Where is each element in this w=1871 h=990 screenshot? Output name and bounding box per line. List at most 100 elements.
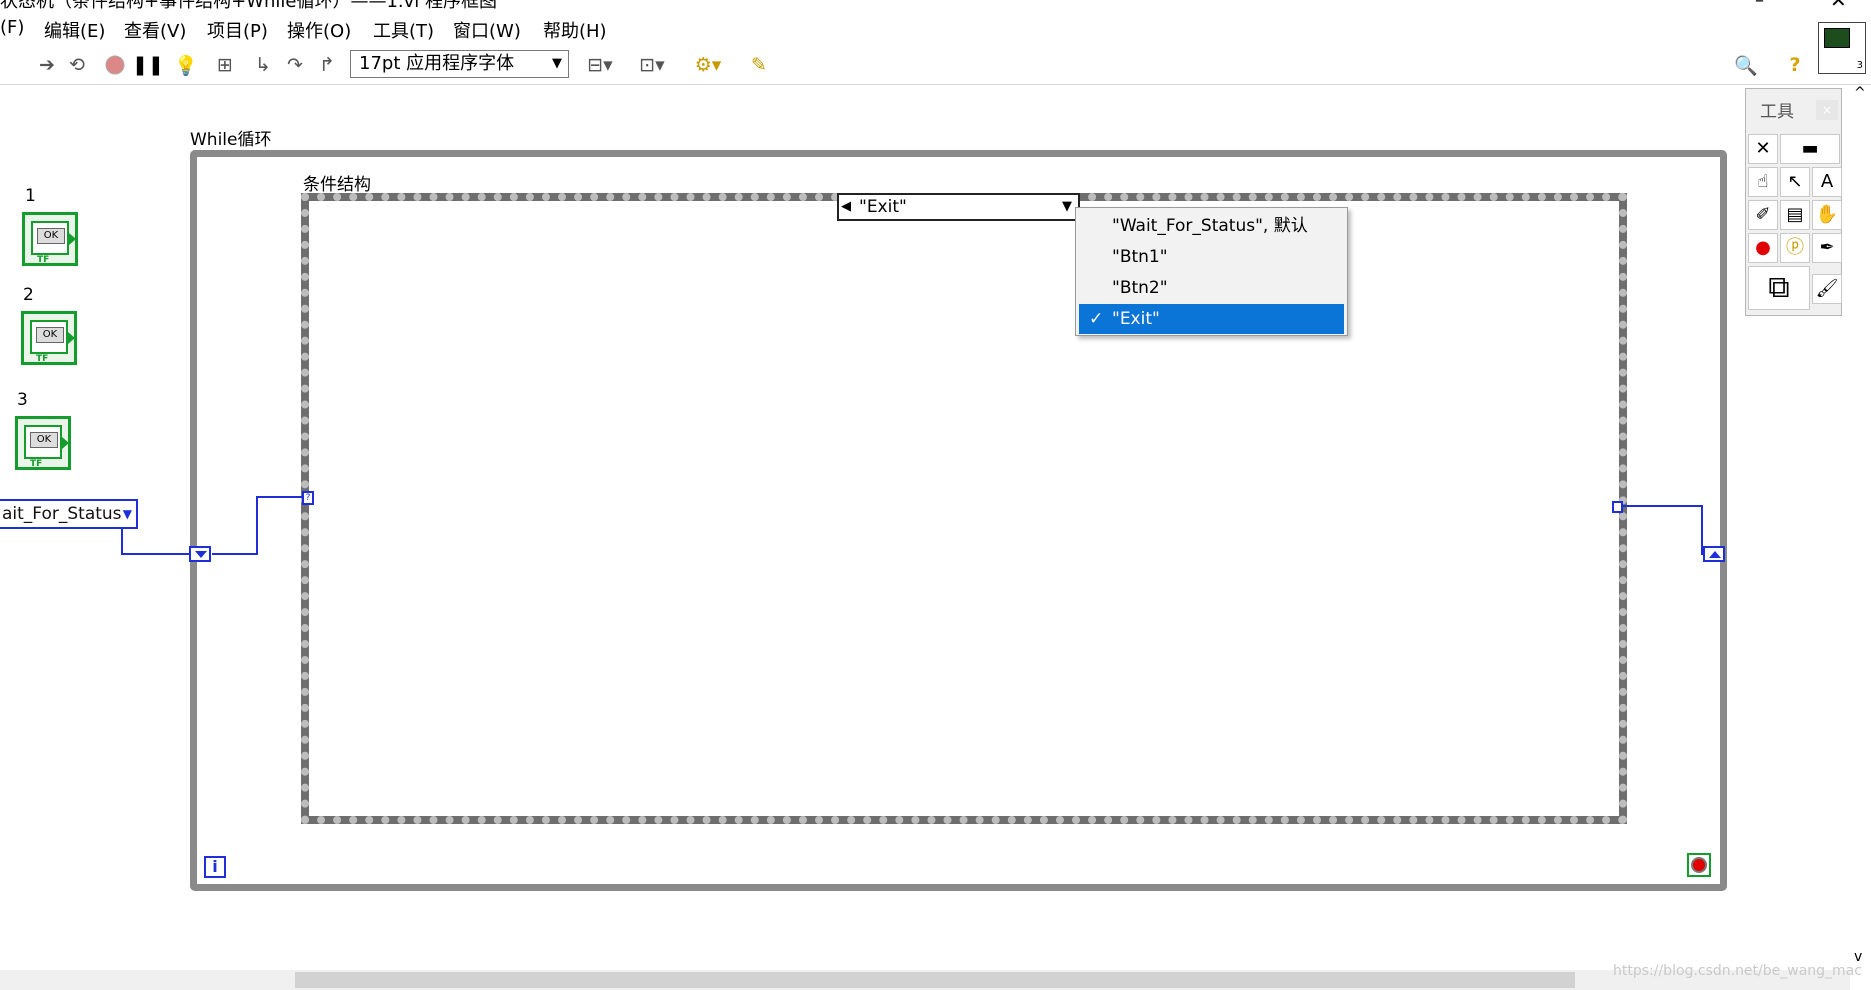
- abort-icon[interactable]: [102, 52, 128, 78]
- scroll-window-tool-icon[interactable]: ✋: [1812, 200, 1842, 230]
- chevron-down-icon: ▼: [122, 507, 132, 521]
- distribute-objects-icon[interactable]: ⊡▾: [632, 52, 672, 78]
- probe-tool-icon[interactable]: ⓟ: [1780, 233, 1810, 263]
- paintbrush-tool-icon[interactable]: 🖌: [1812, 274, 1842, 304]
- pause-icon[interactable]: ❚❚: [132, 52, 164, 78]
- vi-icon-screen: [1824, 28, 1850, 48]
- menu-bar: (F) 编辑(E) 查看(V) 项目(P) 操作(O) 工具(T) 窗口(W) …: [0, 12, 1871, 44]
- automatic-tool-icon[interactable]: ✕: [1748, 134, 1778, 164]
- menu-edit[interactable]: 编辑(E): [44, 17, 105, 43]
- retain-wire-values-icon[interactable]: ⊞: [212, 52, 238, 78]
- menu-file[interactable]: (F): [0, 17, 24, 38]
- case-option-label: "Exit": [1112, 309, 1160, 329]
- boolean-control-3[interactable]: OK TF: [15, 416, 71, 470]
- reorder-icon[interactable]: ⚙▾: [688, 52, 728, 78]
- scroll-up-icon[interactable]: ^: [1854, 85, 1866, 101]
- highlight-execution-icon[interactable]: 💡: [173, 52, 199, 78]
- align-objects-icon[interactable]: ⊟▾: [580, 52, 620, 78]
- font-select-value: 17pt 应用程序字体: [359, 53, 515, 74]
- output-terminal-icon: [68, 332, 75, 344]
- case-selector-value: "Exit": [859, 197, 907, 217]
- breakpoint-tool-icon[interactable]: ●: [1748, 233, 1778, 263]
- vertical-scrollbar[interactable]: ^ v: [1850, 85, 1871, 965]
- control-label-3: 3: [17, 390, 28, 410]
- search-icon[interactable]: 🔍: [1733, 52, 1759, 78]
- position-select-tool-icon[interactable]: ↖: [1780, 167, 1810, 197]
- case-dropdown-menu: "Wait_For_Status", 默认 "Btn1" "Btn2" ✓ "E…: [1075, 207, 1348, 336]
- set-color-tool-icon[interactable]: ⧉: [1748, 266, 1810, 310]
- output-tunnel[interactable]: [1612, 501, 1623, 513]
- case-structure[interactable]: [301, 193, 1627, 824]
- case-option[interactable]: "Btn1": [1079, 242, 1344, 272]
- operate-value-tool-icon[interactable]: ☝: [1748, 167, 1778, 197]
- control-label-2: 2: [23, 285, 34, 305]
- horizontal-scrollbar-thumb[interactable]: [295, 972, 1575, 988]
- run-arrow-icon[interactable]: ➔: [34, 52, 60, 78]
- case-option[interactable]: "Wait_For_Status", 默认: [1079, 211, 1344, 241]
- case-option-label: "Wait_For_Status", 默认: [1112, 216, 1308, 236]
- output-wire[interactable]: [1615, 505, 1703, 507]
- watermark: https://blog.csdn.net/be_wang_mac: [1613, 963, 1862, 979]
- vi-icon-number: 3: [1856, 60, 1863, 71]
- chevron-down-icon[interactable]: ▼: [1062, 195, 1072, 219]
- chevron-down-icon: ▼: [552, 56, 562, 71]
- vi-icon[interactable]: 3: [1818, 22, 1866, 74]
- boolean-control-frame: OK: [24, 425, 62, 459]
- stop-icon: [1693, 859, 1705, 871]
- enum-constant[interactable]: ait_For_Status ▼: [0, 499, 138, 529]
- menu-tools[interactable]: 工具(T): [373, 17, 434, 43]
- enum-wire[interactable]: [121, 553, 191, 555]
- horizontal-scrollbar[interactable]: [0, 970, 1850, 990]
- shift-register-wire[interactable]: [256, 496, 303, 498]
- enum-wire[interactable]: [121, 527, 123, 555]
- down-arrow-icon: [195, 551, 207, 558]
- case-selector-terminal[interactable]: ?: [302, 491, 314, 505]
- edit-text-tool-icon[interactable]: A: [1812, 167, 1842, 197]
- up-arrow-icon: [1709, 551, 1721, 558]
- case-option-label: "Btn1": [1112, 247, 1168, 267]
- close-icon[interactable]: ×: [1816, 100, 1838, 120]
- connect-wire-tool-icon[interactable]: ✐: [1748, 200, 1778, 230]
- boolean-control-frame: OK: [31, 221, 69, 255]
- shift-register-wire[interactable]: [212, 553, 257, 555]
- minimize-button[interactable]: –: [1755, 0, 1764, 11]
- get-color-tool-icon[interactable]: ✒: [1812, 233, 1842, 263]
- step-over-icon[interactable]: ↷: [282, 52, 308, 78]
- ok-button-glyph: OK: [36, 327, 64, 343]
- object-shortcut-menu-tool-icon[interactable]: ▤: [1780, 200, 1810, 230]
- menu-window[interactable]: 窗口(W): [453, 17, 521, 43]
- step-into-icon[interactable]: ↳: [250, 52, 276, 78]
- cleanup-diagram-icon[interactable]: ✎: [746, 52, 772, 78]
- font-select[interactable]: 17pt 应用程序字体 ▼: [350, 50, 569, 78]
- case-option[interactable]: "Btn2": [1079, 273, 1344, 303]
- shift-register-wire[interactable]: [256, 496, 258, 555]
- tool-indicator-icon: ▬: [1780, 134, 1840, 164]
- control-label-1: 1: [25, 186, 36, 206]
- iteration-terminal[interactable]: i: [204, 856, 226, 878]
- tf-label: TF: [30, 459, 43, 469]
- case-option-label: "Btn2": [1112, 278, 1168, 298]
- right-shift-register[interactable]: [1703, 546, 1725, 562]
- case-option-selected[interactable]: ✓ "Exit": [1079, 304, 1344, 334]
- boolean-control-1[interactable]: OK TF: [22, 212, 78, 266]
- step-out-icon[interactable]: ↱: [314, 52, 340, 78]
- window-title: 状态机（条件结构+事件结构+While循环）——1.vi 程序框图: [0, 0, 497, 10]
- left-shift-register[interactable]: [189, 546, 211, 562]
- run-continuous-icon[interactable]: ⟲: [64, 52, 90, 78]
- help-icon[interactable]: ?: [1782, 52, 1808, 78]
- menu-project[interactable]: 项目(P): [207, 17, 268, 43]
- close-button[interactable]: ✕: [1830, 0, 1847, 12]
- while-loop-label: While循环: [190, 130, 272, 150]
- boolean-control-2[interactable]: OK TF: [21, 311, 77, 365]
- tools-palette-title: 工具: [1760, 102, 1794, 122]
- menu-operate[interactable]: 操作(O): [287, 17, 351, 43]
- case-selector[interactable]: ◀ "Exit" ▼: [837, 193, 1080, 221]
- menu-help[interactable]: 帮助(H): [543, 17, 607, 43]
- enum-constant-value: ait_For_Status: [2, 504, 122, 524]
- ok-button-glyph: OK: [30, 432, 58, 448]
- decrement-case-icon[interactable]: ◀: [841, 195, 851, 219]
- menu-view[interactable]: 查看(V): [124, 17, 186, 43]
- boolean-control-frame: OK: [30, 320, 68, 354]
- loop-condition-terminal[interactable]: [1687, 853, 1711, 877]
- tf-label: TF: [36, 354, 49, 364]
